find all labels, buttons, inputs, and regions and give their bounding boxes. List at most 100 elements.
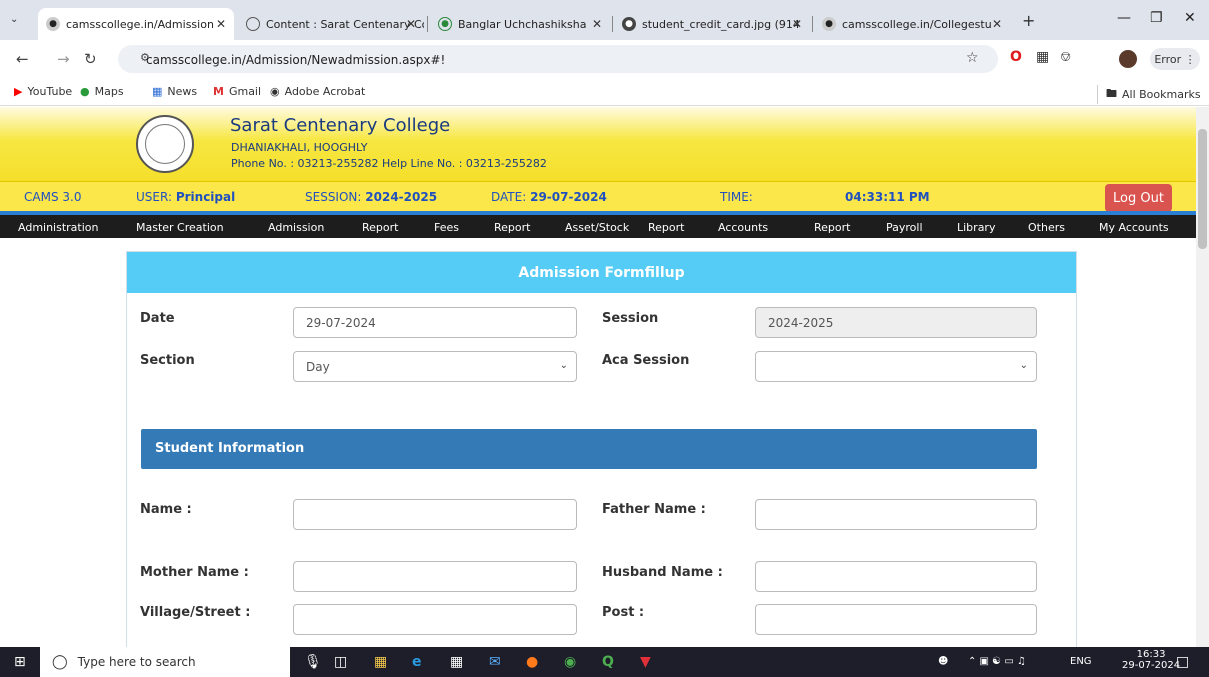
menu-my-accounts[interactable]: My Accounts bbox=[1099, 221, 1169, 234]
maps-pin-icon: ● bbox=[80, 85, 90, 98]
mail-icon[interactable]: ✉ bbox=[489, 654, 501, 670]
news-icon: ▦ bbox=[152, 85, 163, 98]
notification-icon[interactable]: □ bbox=[1176, 654, 1189, 670]
extension-icon[interactable]: ▦ bbox=[1036, 49, 1049, 65]
menu-report-4[interactable]: Report bbox=[814, 221, 850, 234]
close-window-icon[interactable]: ✕ bbox=[1184, 10, 1196, 26]
bookmark-youtube[interactable]: ▶ YouTube bbox=[14, 85, 72, 98]
scroll-thumb[interactable] bbox=[1198, 129, 1207, 249]
session-label: Session bbox=[602, 311, 659, 326]
college-phone: Phone No. : 03213-255282 Help Line No. :… bbox=[231, 157, 547, 170]
close-tab-icon[interactable]: ✕ bbox=[216, 17, 226, 31]
menu-report-1[interactable]: Report bbox=[362, 221, 398, 234]
mother-name-input[interactable] bbox=[293, 561, 577, 592]
menu-master-creation[interactable]: Master Creation bbox=[136, 221, 224, 234]
opera-extension-icon[interactable]: O bbox=[1010, 49, 1022, 65]
bookmark-acrobat[interactable]: ◉ Adobe Acrobat bbox=[270, 85, 365, 98]
bookmark-maps[interactable]: ● Maps bbox=[80, 85, 124, 98]
name-input[interactable] bbox=[293, 499, 577, 530]
taskbar-clock[interactable]: 16:33 29-07-2024 bbox=[1122, 649, 1180, 671]
tab-content[interactable]: Content : Sarat Centenary Co ✕ bbox=[238, 8, 424, 40]
chevron-down-icon: ⌄ bbox=[559, 360, 568, 371]
village-street-input[interactable] bbox=[293, 604, 577, 635]
main-menu: Administration Master Creation Admission… bbox=[0, 211, 1196, 238]
puzzle-extensions-icon[interactable]: ⎊ bbox=[1060, 49, 1071, 65]
tab-search-chevron-icon[interactable]: ⌄ bbox=[10, 14, 18, 25]
close-tab-icon[interactable]: ✕ bbox=[592, 17, 602, 31]
name-label: Name : bbox=[140, 502, 192, 517]
tab-student-card[interactable]: ● student_credit_card.jpg (914 ✕ bbox=[614, 8, 810, 40]
time-value: 04:33:11 PM bbox=[845, 190, 930, 204]
forward-arrow-icon[interactable]: → bbox=[57, 50, 70, 68]
firefox-icon[interactable]: ● bbox=[526, 654, 538, 670]
menu-admission[interactable]: Admission bbox=[268, 221, 324, 234]
url-text[interactable]: camsscollege.in/Admission/Newadmission.a… bbox=[146, 53, 445, 67]
date-input[interactable] bbox=[293, 307, 577, 338]
mcafee-icon[interactable]: ▼ bbox=[640, 654, 651, 670]
husband-name-input[interactable] bbox=[755, 561, 1037, 592]
chrome-icon[interactable]: ◉ bbox=[564, 654, 576, 670]
menu-report-2[interactable]: Report bbox=[494, 221, 530, 234]
bookmark-gmail[interactable]: M Gmail bbox=[213, 85, 261, 98]
new-tab-plus-icon[interactable]: + bbox=[1022, 11, 1035, 30]
store-icon[interactable]: ▦ bbox=[450, 654, 463, 670]
taskbar-search[interactable]: ◯ Type here to search bbox=[40, 647, 290, 677]
page-scrollbar[interactable] bbox=[1196, 107, 1209, 647]
reload-icon[interactable]: ↻ bbox=[84, 50, 97, 68]
form-title: Admission Formfillup bbox=[127, 252, 1076, 293]
globe-favicon-icon bbox=[246, 17, 260, 31]
search-circle-icon: ◯ bbox=[52, 654, 68, 670]
section-label: Section bbox=[140, 353, 195, 368]
back-arrow-icon[interactable]: ← bbox=[16, 50, 29, 68]
father-name-input[interactable] bbox=[755, 499, 1037, 530]
microphone-icon[interactable]: 🎙 bbox=[304, 654, 322, 670]
restore-icon[interactable]: ❐ bbox=[1150, 10, 1163, 26]
qgis-icon[interactable]: Q bbox=[602, 654, 614, 670]
info-bar: CAMS 3.0 USER: Principal SESSION: 2024-2… bbox=[0, 181, 1196, 212]
time-label: TIME: bbox=[720, 190, 753, 204]
youtube-icon: ▶ bbox=[14, 85, 23, 98]
error-button[interactable]: Error ⋮ bbox=[1150, 48, 1200, 70]
bookmark-news[interactable]: ▦ News bbox=[152, 85, 197, 98]
bookmark-star-icon[interactable]: ☆ bbox=[966, 50, 979, 66]
chevron-down-icon: ⌄ bbox=[1019, 360, 1028, 371]
date-label: Date bbox=[140, 311, 175, 326]
section-select[interactable]: Day ⌄ bbox=[293, 351, 577, 382]
tab-banglar[interactable]: ● Banglar Uchchashiksha ✕ bbox=[430, 8, 610, 40]
windows-taskbar: ⊞ ◯ Type here to search 🎙 ◫ ▦ e ▦ ✉ ● ◉ … bbox=[0, 647, 1209, 677]
menu-report-3[interactable]: Report bbox=[648, 221, 684, 234]
close-tab-icon[interactable]: ✕ bbox=[992, 17, 1002, 31]
close-tab-icon[interactable]: ✕ bbox=[406, 17, 416, 31]
all-bookmarks[interactable]: 🖿 All Bookmarks bbox=[1097, 85, 1201, 104]
session-input[interactable] bbox=[755, 307, 1037, 338]
system-tray-icons[interactable]: ⌃ ▣ ☯ ▭ ♫ bbox=[968, 656, 1026, 667]
college-address: DHANIAKHALI, HOOGHLY bbox=[231, 141, 368, 154]
windows-start-icon[interactable]: ⊞ bbox=[14, 654, 26, 670]
tab-collegestu[interactable]: ● camsscollege.in/Collegestu ✕ bbox=[814, 8, 1010, 40]
post-input[interactable] bbox=[755, 604, 1037, 635]
globe-favicon-icon: ● bbox=[622, 17, 636, 31]
edge-icon[interactable]: e bbox=[412, 654, 422, 670]
menu-fees[interactable]: Fees bbox=[434, 221, 459, 234]
menu-library[interactable]: Library bbox=[957, 221, 995, 234]
admission-form-card: Admission Formfillup Date Session Sectio… bbox=[126, 251, 1077, 647]
close-tab-icon[interactable]: ✕ bbox=[792, 17, 802, 31]
task-view-icon[interactable]: ◫ bbox=[334, 654, 347, 670]
language-indicator[interactable]: ENG bbox=[1070, 656, 1092, 667]
logout-button[interactable]: Log Out bbox=[1105, 184, 1172, 212]
banglar-favicon-icon: ● bbox=[438, 17, 452, 31]
husband-name-label: Husband Name : bbox=[602, 565, 723, 580]
post-label: Post : bbox=[602, 605, 645, 620]
menu-asset-stock[interactable]: Asset/Stock bbox=[565, 221, 629, 234]
people-icon[interactable]: ☻ bbox=[938, 656, 948, 667]
file-explorer-icon[interactable]: ▦ bbox=[374, 654, 387, 670]
menu-accounts[interactable]: Accounts bbox=[718, 221, 768, 234]
student-info-header: Student Information bbox=[141, 429, 1037, 469]
tab-admission[interactable]: ● camsscollege.in/Admission ✕ bbox=[38, 8, 234, 40]
menu-others[interactable]: Others bbox=[1028, 221, 1065, 234]
profile-avatar[interactable] bbox=[1119, 50, 1137, 68]
menu-payroll[interactable]: Payroll bbox=[886, 221, 923, 234]
aca-session-select[interactable]: ⌄ bbox=[755, 351, 1037, 382]
menu-administration[interactable]: Administration bbox=[18, 221, 99, 234]
minimize-icon[interactable]: — bbox=[1117, 10, 1131, 26]
